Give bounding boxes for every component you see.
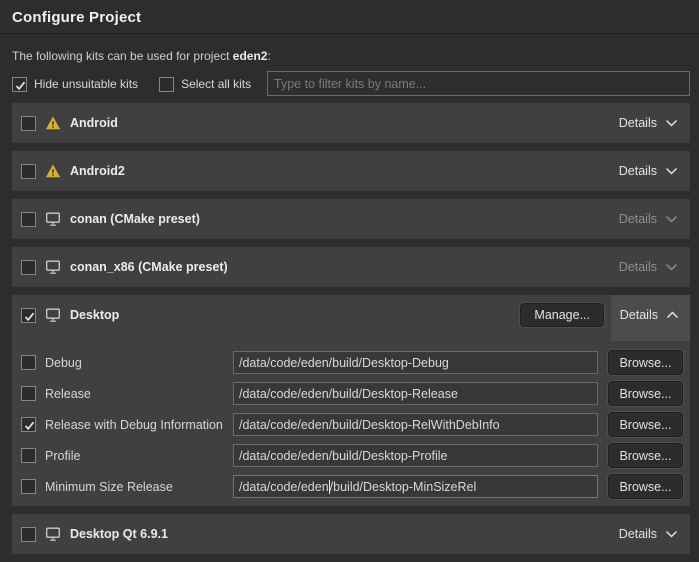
intro-suffix: : bbox=[267, 49, 270, 63]
kit-name: Android2 bbox=[70, 164, 125, 178]
intro-text: The following kits can be used for proje… bbox=[12, 49, 271, 63]
details-label: Details bbox=[619, 527, 657, 541]
chevron-down-icon bbox=[665, 167, 678, 176]
details-label: Details bbox=[620, 308, 658, 322]
details-button[interactable]: Details bbox=[617, 256, 680, 278]
build-config-label: Profile bbox=[45, 449, 80, 463]
kit-filter-toolbar: Hide unsuitable kits Select all kits bbox=[12, 74, 251, 94]
title-separator bbox=[0, 33, 699, 34]
kit-row-android: Android Details bbox=[12, 103, 690, 143]
details-label: Details bbox=[619, 116, 657, 130]
warning-icon bbox=[45, 115, 61, 131]
kit-panel-desktop: Desktop Manage... Details Debug Browse..… bbox=[12, 295, 690, 506]
chevron-down-icon bbox=[665, 263, 678, 272]
build-config-row-relwithdebinfo: Release with Debug Information Browse... bbox=[12, 413, 690, 436]
kit-name: Desktop Qt 6.9.1 bbox=[70, 527, 168, 541]
hide-unsuitable-checkbox[interactable] bbox=[12, 77, 27, 92]
details-button[interactable]: Details bbox=[617, 523, 680, 545]
build-config-checkbox[interactable] bbox=[21, 386, 36, 401]
kit-name: Android bbox=[70, 116, 118, 130]
browse-button[interactable]: Browse... bbox=[608, 412, 683, 437]
build-dir-input[interactable] bbox=[233, 382, 598, 405]
desktop-icon bbox=[45, 259, 61, 275]
desktop-icon bbox=[45, 307, 61, 323]
select-all-checkbox[interactable] bbox=[159, 77, 174, 92]
intro-prefix: The following kits can be used for proje… bbox=[12, 49, 233, 63]
kit-checkbox[interactable] bbox=[21, 527, 36, 542]
browse-button[interactable]: Browse... bbox=[608, 443, 683, 468]
build-config-label: Minimum Size Release bbox=[45, 480, 173, 494]
kit-name: Desktop bbox=[70, 308, 119, 322]
build-config-label: Debug bbox=[45, 356, 82, 370]
desktop-icon bbox=[45, 526, 61, 542]
details-label: Details bbox=[619, 164, 657, 178]
build-config-checkbox[interactable] bbox=[21, 355, 36, 370]
kit-name: conan (CMake preset) bbox=[70, 212, 200, 226]
kit-checkbox[interactable] bbox=[21, 164, 36, 179]
details-label: Details bbox=[619, 212, 657, 226]
details-button[interactable]: Details bbox=[617, 112, 680, 134]
checkmark-icon bbox=[14, 79, 27, 92]
build-config-row-debug: Debug Browse... bbox=[12, 351, 690, 374]
details-button[interactable]: Details bbox=[618, 304, 681, 326]
details-button[interactable]: Details bbox=[617, 160, 680, 182]
build-dir-input[interactable] bbox=[233, 413, 598, 436]
details-button[interactable]: Details bbox=[617, 208, 680, 230]
desktop-icon bbox=[45, 211, 61, 227]
build-config-label: Release bbox=[45, 387, 91, 401]
kit-checkbox[interactable] bbox=[21, 116, 36, 131]
kit-row-desktop-qt: Desktop Qt 6.9.1 Details bbox=[12, 514, 690, 554]
details-label: Details bbox=[619, 260, 657, 274]
build-config-row-release: Release Browse... bbox=[12, 382, 690, 405]
build-config-checkbox[interactable] bbox=[21, 417, 36, 432]
build-config-row-minsizerel: Minimum Size Release /data/code/eden /bu… bbox=[12, 475, 690, 498]
chevron-down-icon bbox=[665, 119, 678, 128]
chevron-up-icon bbox=[666, 311, 679, 320]
kit-row-conan-x86: conan_x86 (CMake preset) Details bbox=[12, 247, 690, 287]
browse-button[interactable]: Browse... bbox=[608, 474, 683, 499]
kit-filter-input[interactable] bbox=[267, 71, 690, 96]
kit-checkbox[interactable] bbox=[21, 212, 36, 227]
select-all-label: Select all kits bbox=[181, 77, 251, 91]
kit-row-android2: Android2 Details bbox=[12, 151, 690, 191]
build-config-checkbox[interactable] bbox=[21, 479, 36, 494]
kit-row-desktop: Desktop Manage... Details bbox=[12, 295, 690, 335]
build-config-row-profile: Profile Browse... bbox=[12, 444, 690, 467]
checkmark-icon bbox=[23, 310, 36, 323]
chevron-down-icon bbox=[665, 530, 678, 539]
build-config-label: Release with Debug Information bbox=[45, 418, 223, 432]
page-title: Configure Project bbox=[12, 9, 141, 26]
manage-button[interactable]: Manage... bbox=[520, 303, 604, 327]
path-after-caret: /build/Desktop-MinSizeRel bbox=[330, 480, 477, 494]
chevron-down-icon bbox=[665, 215, 678, 224]
warning-icon bbox=[45, 163, 61, 179]
kit-row-conan: conan (CMake preset) Details bbox=[12, 199, 690, 239]
build-config-checkbox[interactable] bbox=[21, 448, 36, 463]
path-before-caret: /data/code/eden bbox=[239, 480, 329, 494]
kit-checkbox[interactable] bbox=[21, 308, 36, 323]
browse-button[interactable]: Browse... bbox=[608, 381, 683, 406]
build-dir-input-focused[interactable]: /data/code/eden /build/Desktop-MinSizeRe… bbox=[233, 475, 598, 498]
kit-checkbox[interactable] bbox=[21, 260, 36, 275]
kit-name: conan_x86 (CMake preset) bbox=[70, 260, 228, 274]
browse-button[interactable]: Browse... bbox=[608, 350, 683, 375]
checkmark-icon bbox=[23, 419, 36, 432]
configure-project-page: Configure Project The following kits can… bbox=[0, 0, 699, 562]
hide-unsuitable-label: Hide unsuitable kits bbox=[34, 77, 138, 91]
build-dir-input[interactable] bbox=[233, 351, 598, 374]
build-dir-input[interactable] bbox=[233, 444, 598, 467]
project-name: eden2 bbox=[233, 49, 268, 63]
